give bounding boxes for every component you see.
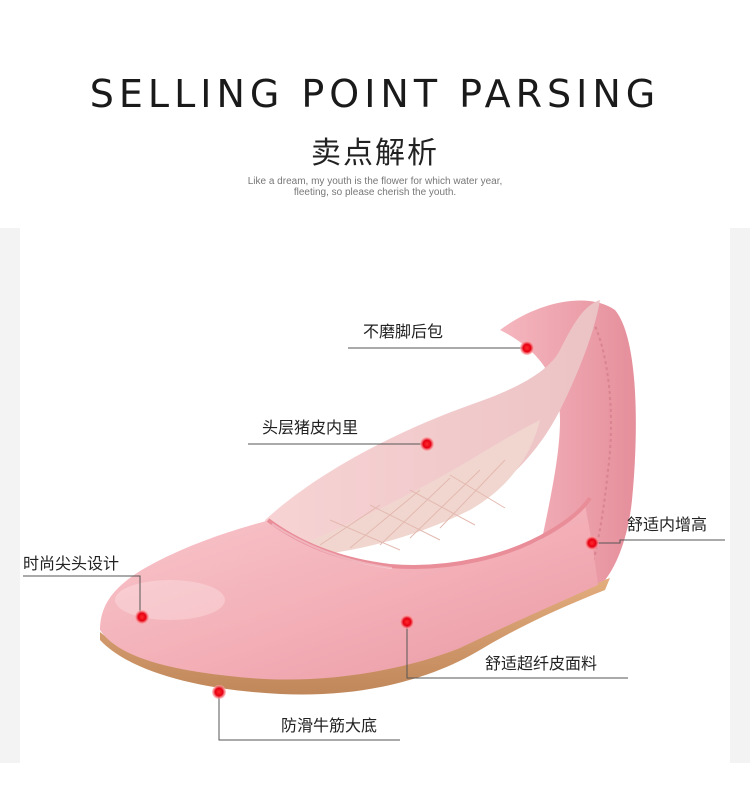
marker-upper-material xyxy=(400,615,414,629)
marker-heel-counter xyxy=(520,341,534,355)
callout-pointed-toe: 时尚尖头设计 xyxy=(23,554,120,573)
marker-pointed-toe xyxy=(135,610,149,624)
callout-upper-material: 舒适超纤皮面料 xyxy=(485,654,598,673)
marker-lining xyxy=(420,437,434,451)
marker-outsole xyxy=(212,685,226,699)
callout-lining: 头层猪皮内里 xyxy=(262,418,359,437)
callout-inner-height: 舒适内增高 xyxy=(627,515,708,534)
callout-heel-counter: 不磨脚后包 xyxy=(363,322,444,341)
marker-inner-height xyxy=(585,536,599,550)
callout-outsole: 防滑牛筋大底 xyxy=(281,716,378,735)
product-illustration xyxy=(23,300,725,741)
